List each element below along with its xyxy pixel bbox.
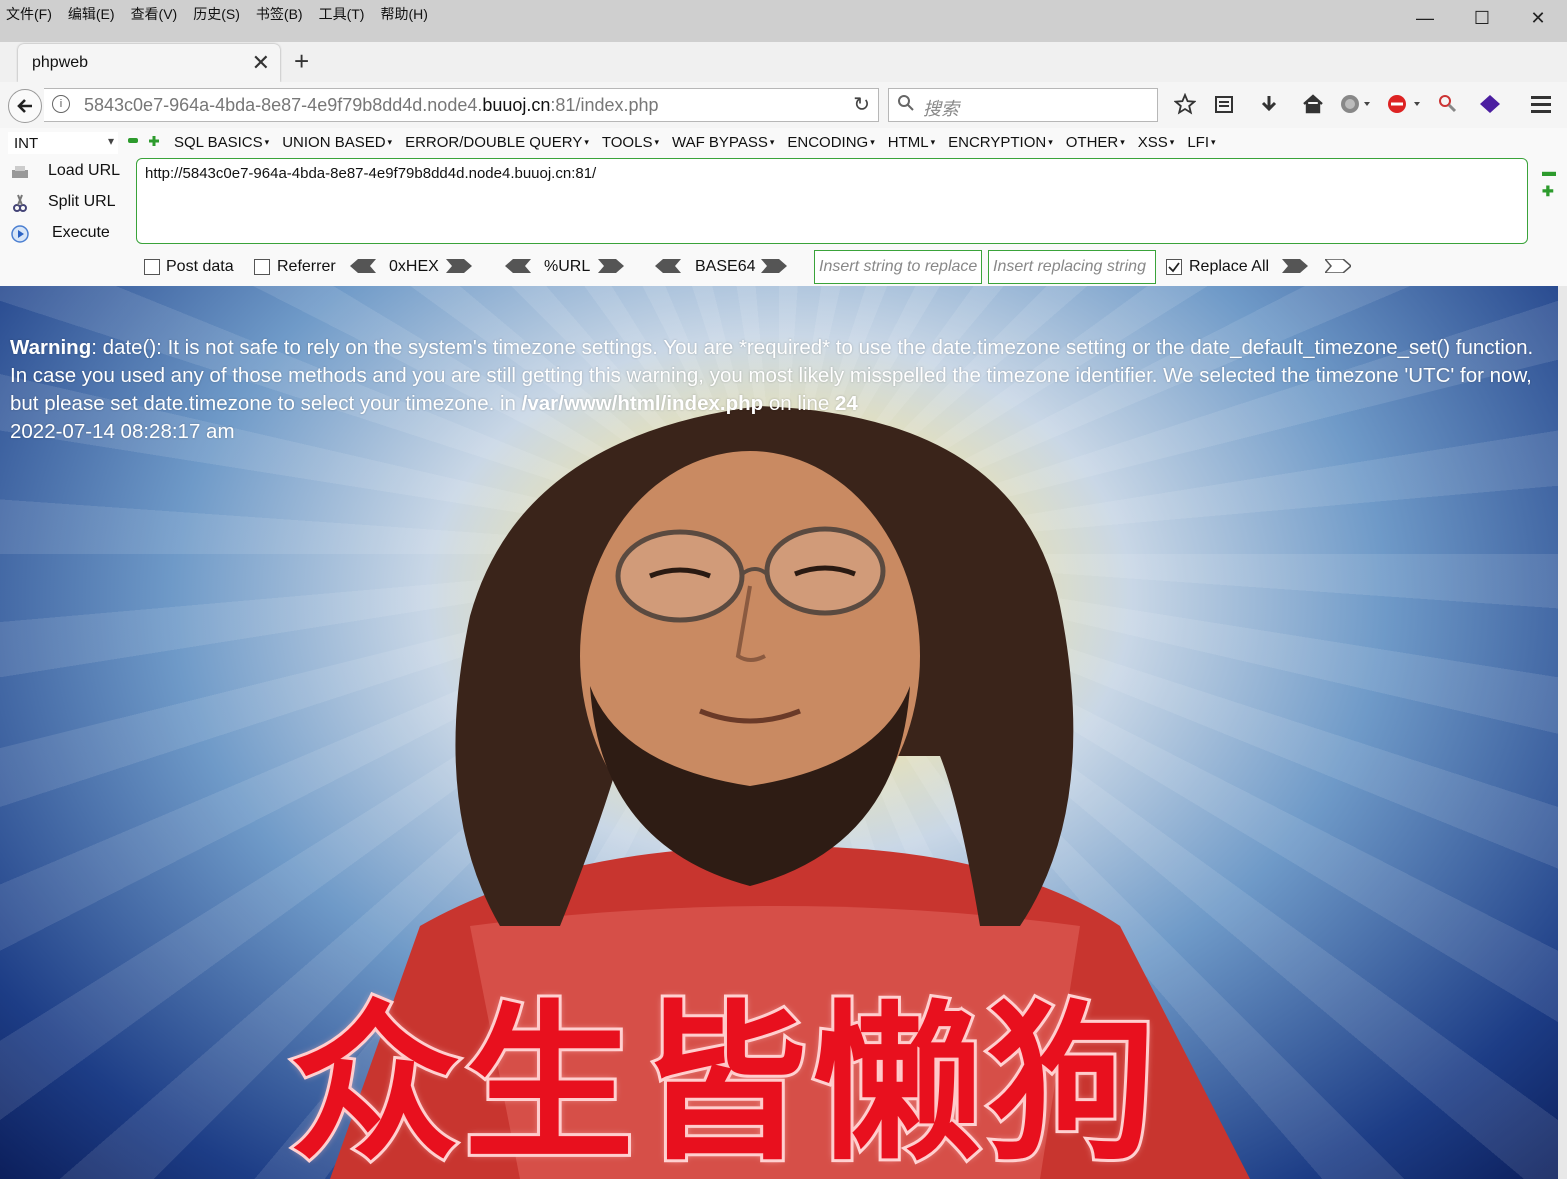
menu-sql-basics[interactable]: SQL BASICS xyxy=(174,134,269,151)
expand-textarea-icon[interactable]: ✚ xyxy=(1542,183,1554,200)
url-decode-arrow-icon[interactable] xyxy=(505,259,531,273)
search-placeholder: 搜索 xyxy=(923,99,959,119)
checkmark-icon xyxy=(1168,262,1180,273)
menu-html[interactable]: HTML xyxy=(888,134,935,151)
referrer-checkbox[interactable] xyxy=(254,259,270,275)
warning-label: Warning xyxy=(10,336,92,359)
injection-type-select[interactable]: INT ▾ xyxy=(8,132,118,154)
image-caption: 众生皆懒狗 xyxy=(287,983,1161,1179)
replace-with-input[interactable]: Insert replacing string xyxy=(988,250,1156,284)
search-icon xyxy=(898,95,914,111)
back-arrow-icon xyxy=(17,99,32,113)
hackbar-url-textarea[interactable]: http://5843c0e7-964a-4bda-8e87-4e9f79b8d… xyxy=(136,158,1528,244)
menu-encoding[interactable]: ENCODING xyxy=(787,134,874,151)
injection-type-value: INT xyxy=(14,135,39,152)
warning-line-number: 24 xyxy=(834,392,858,415)
menu-error-double-query[interactable]: ERROR/DOUBLE QUERY xyxy=(405,134,589,151)
menu-lfi[interactable]: LFI xyxy=(1187,134,1215,151)
replace-search-input[interactable]: Insert string to replace xyxy=(814,250,982,284)
scissors-icon xyxy=(13,194,27,212)
split-url-label: Split URL xyxy=(48,193,116,210)
hex-label: 0xHEX xyxy=(389,258,439,275)
menu-history[interactable]: 历史(S) xyxy=(193,4,240,24)
menu-tools[interactable]: 工具(T) xyxy=(319,4,365,24)
navigation-bar: i 5843c0e7-964a-4bda-8e87-4e9f79b8dd4d.n… xyxy=(0,82,1567,129)
minimize-button[interactable]: — xyxy=(1410,8,1440,32)
menu-help[interactable]: 帮助(H) xyxy=(380,4,427,24)
home-icon[interactable] xyxy=(1302,93,1324,115)
address-url[interactable]: 5843c0e7-964a-4bda-8e87-4e9f79b8dd4d.nod… xyxy=(84,95,659,116)
menu-other[interactable]: OTHER xyxy=(1066,134,1125,151)
bookmark-star-icon[interactable] xyxy=(1174,93,1196,115)
page-content: Warning: date(): It is not safe to rely … xyxy=(0,286,1558,1179)
hackbar-url-text: http://5843c0e7-964a-4bda-8e87-4e9f79b8d… xyxy=(145,165,597,182)
new-tab-button[interactable]: + xyxy=(294,46,309,77)
menu-tools-hb[interactable]: TOOLS xyxy=(602,134,659,151)
replace-all-checkbox[interactable] xyxy=(1166,259,1182,275)
magnifier-extension-icon[interactable] xyxy=(1437,93,1459,115)
shrink-textarea-icon[interactable]: ▬ xyxy=(1542,163,1556,179)
address-bar[interactable]: i 5843c0e7-964a-4bda-8e87-4e9f79b8dd4d.n… xyxy=(44,88,879,122)
warning-file: /var/www/html/index.php xyxy=(521,392,764,415)
decrease-size-icon[interactable] xyxy=(128,138,138,143)
red-extension-icon[interactable] xyxy=(1386,93,1422,115)
reload-icon[interactable]: ↻ xyxy=(853,92,870,117)
hackbar-panel: INT ▾ SQL BASICS UNION BASED ERROR/DOUBL… xyxy=(0,128,1567,286)
hex-decode-arrow-icon[interactable] xyxy=(350,259,376,273)
menu-view[interactable]: 查看(V) xyxy=(131,4,178,24)
replace-execute-arrow-icon[interactable] xyxy=(1282,259,1308,273)
reading-list-icon[interactable] xyxy=(1214,94,1234,114)
title-bar: 文件(F) 编辑(E) 查看(V) 历史(S) 书签(B) 工具(T) 帮助(H… xyxy=(0,0,1567,42)
menu-waf-bypass[interactable]: WAF BYPASS xyxy=(672,134,774,151)
post-data-label: Post data xyxy=(166,258,234,275)
menu-bar: 文件(F) 编辑(E) 查看(V) 历史(S) 书签(B) 工具(T) 帮助(H… xyxy=(6,4,444,24)
replace-with-placeholder: Insert replacing string xyxy=(993,258,1146,275)
close-tab-icon[interactable]: ✕ xyxy=(252,50,270,76)
warning-on-line: on line xyxy=(763,392,835,415)
menu-union-based[interactable]: UNION BASED xyxy=(282,134,392,151)
menu-file[interactable]: 文件(F) xyxy=(6,4,52,24)
hackbar-extension-icon[interactable] xyxy=(1478,93,1502,115)
php-warning-message: Warning: date(): It is not safe to rely … xyxy=(10,334,1550,446)
replace-all-label: Replace All xyxy=(1189,258,1270,275)
base64-encode-arrow-icon[interactable] xyxy=(761,259,787,273)
post-data-checkbox[interactable] xyxy=(144,259,160,275)
menu-encryption[interactable]: ENCRYPTION xyxy=(948,134,1053,151)
search-box[interactable]: 搜索 xyxy=(888,88,1158,122)
hex-encode-arrow-icon[interactable] xyxy=(446,259,472,273)
url-encoding-label: %URL xyxy=(544,258,591,275)
load-url-label: Load URL xyxy=(48,162,121,179)
replace-search-placeholder: Insert string to replace xyxy=(819,258,978,275)
vertical-scrollbar[interactable] xyxy=(1558,286,1567,1179)
increase-size-icon[interactable] xyxy=(148,135,160,147)
tab-title: phpweb xyxy=(32,54,89,71)
info-icon[interactable]: i xyxy=(52,95,70,113)
download-icon[interactable] xyxy=(1259,94,1279,114)
menu-xss[interactable]: XSS xyxy=(1138,134,1175,151)
close-window-button[interactable]: ✕ xyxy=(1523,8,1553,32)
tab-phpweb[interactable]: phpweb ✕ xyxy=(18,44,280,82)
execute-label: Execute xyxy=(52,224,110,241)
replace-next-arrow-icon[interactable] xyxy=(1325,259,1351,273)
current-datetime: 2022-07-14 08:28:17 am xyxy=(10,420,235,443)
menu-bookmarks[interactable]: 书签(B) xyxy=(256,4,303,24)
hamburger-menu-icon[interactable] xyxy=(1530,94,1552,114)
referrer-label: Referrer xyxy=(277,258,336,275)
menu-edit[interactable]: 编辑(E) xyxy=(68,4,115,24)
back-button[interactable] xyxy=(8,89,42,123)
execute-play-icon xyxy=(11,225,29,243)
maximize-button[interactable]: ☐ xyxy=(1467,8,1497,32)
load-url-icon xyxy=(12,166,28,178)
globe-extension-icon[interactable] xyxy=(1340,93,1372,115)
hackbar-menu: SQL BASICS UNION BASED ERROR/DOUBLE QUER… xyxy=(174,134,1229,151)
chevron-down-icon: ▾ xyxy=(107,134,114,148)
base64-label: BASE64 xyxy=(695,258,756,275)
url-encode-arrow-icon[interactable] xyxy=(598,259,624,273)
base64-decode-arrow-icon[interactable] xyxy=(655,259,681,273)
